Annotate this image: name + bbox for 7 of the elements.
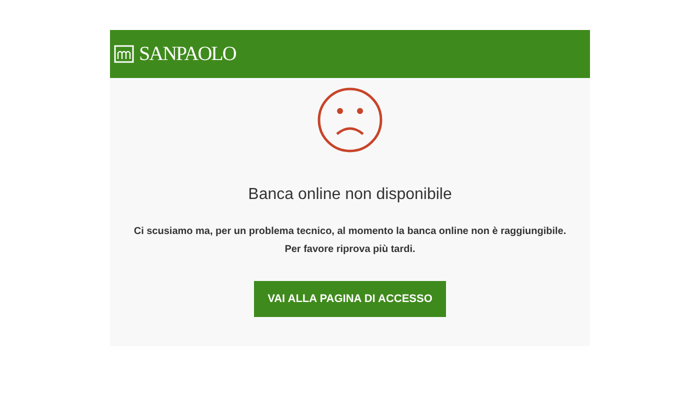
logo-icon: [114, 45, 134, 63]
message-line: Per favore riprova più tardi.: [284, 243, 416, 257]
login-page-button[interactable]: VAI ALLA PAGINA DI ACCESSO: [254, 281, 446, 317]
error-title: Banca online non disponibile: [248, 185, 452, 205]
sad-face-icon: [317, 87, 383, 153]
message-line: Ci scusiamo ma, per un problema tecnico, al momento la banca online non è raggiungibile.: [134, 225, 566, 239]
logo-text: SANPAOLO: [139, 42, 236, 67]
